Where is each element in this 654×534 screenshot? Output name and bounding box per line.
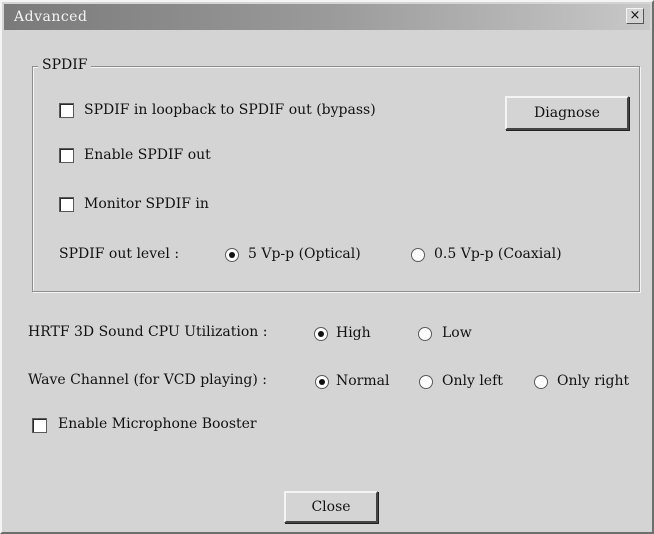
- mic-booster-checkbox[interactable]: [32, 418, 47, 433]
- spdif-out-level-label: SPDIF out level :: [59, 246, 180, 262]
- spdif-loopback-label[interactable]: SPDIF in loopback to SPDIF out (bypass): [84, 102, 376, 118]
- advanced-dialog: Advanced × SPDIF SPDIF in loopback to SP…: [0, 0, 654, 534]
- spdif-group-legend: SPDIF: [38, 57, 92, 73]
- enable-spdif-out-checkbox[interactable]: [59, 148, 74, 163]
- diagnose-button[interactable]: Diagnose: [505, 96, 629, 130]
- hrtf-low-radio[interactable]: [418, 327, 432, 341]
- title-bar[interactable]: Advanced ×: [4, 4, 650, 30]
- window-title: Advanced: [14, 9, 88, 25]
- wave-only-left-label[interactable]: Only left: [442, 373, 503, 389]
- hrtf-high-radio[interactable]: [314, 327, 328, 341]
- monitor-spdif-in-label[interactable]: Monitor SPDIF in: [84, 196, 209, 212]
- wave-normal-label[interactable]: Normal: [336, 373, 389, 389]
- spdif-coaxial-label[interactable]: 0.5 Vp-p (Coaxial): [434, 246, 562, 262]
- hrtf-high-label[interactable]: High: [336, 325, 371, 341]
- wave-channel-label: Wave Channel (for VCD playing) :: [28, 372, 267, 388]
- hrtf-low-label[interactable]: Low: [442, 325, 472, 341]
- spdif-loopback-checkbox[interactable]: [59, 103, 74, 118]
- wave-normal-radio[interactable]: [315, 375, 329, 389]
- spdif-optical-radio[interactable]: [225, 248, 239, 262]
- close-icon[interactable]: ×: [626, 8, 644, 24]
- spdif-optical-label[interactable]: 5 Vp-p (Optical): [248, 246, 361, 262]
- monitor-spdif-in-checkbox[interactable]: [59, 197, 74, 212]
- wave-only-right-label[interactable]: Only right: [557, 373, 629, 389]
- spdif-coaxial-radio[interactable]: [411, 248, 425, 262]
- close-button[interactable]: Close: [284, 491, 378, 523]
- wave-only-left-radio[interactable]: [419, 375, 433, 389]
- enable-spdif-out-label[interactable]: Enable SPDIF out: [84, 147, 211, 163]
- mic-booster-label[interactable]: Enable Microphone Booster: [58, 416, 257, 432]
- hrtf-cpu-label: HRTF 3D Sound CPU Utilization :: [28, 324, 268, 340]
- wave-only-right-radio[interactable]: [534, 375, 548, 389]
